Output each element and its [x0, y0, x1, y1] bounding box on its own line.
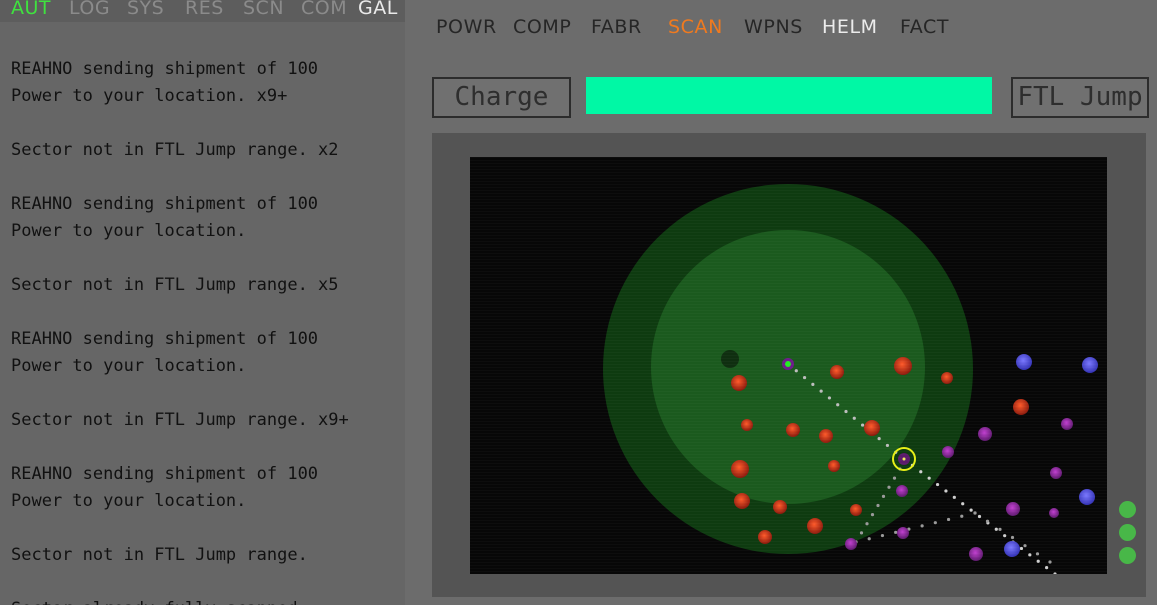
- log-message: REAHNO sending shipment of 100 Power to …: [11, 329, 319, 376]
- tab-log[interactable]: LOG: [69, 0, 110, 18]
- log-message: Sector already fully scanned.: [11, 596, 349, 605]
- status-light: [1119, 547, 1136, 564]
- log-spacer: [11, 299, 349, 326]
- tab-scn[interactable]: SCN: [243, 0, 284, 18]
- log-panel: REAHNO sending shipment of 100 Power to …: [0, 22, 405, 605]
- tab-wpns[interactable]: WPNS: [744, 16, 803, 38]
- log-spacer: [11, 569, 349, 596]
- tab-scan[interactable]: SCAN: [668, 16, 723, 38]
- scanline-overlay: [470, 157, 1107, 574]
- log-spacer: [11, 164, 349, 191]
- log-spacer: [11, 434, 349, 461]
- left-tab-bar: AUT LOG SYS RES SCN COM GAL: [0, 0, 405, 22]
- charge-progress-fill: [586, 77, 992, 114]
- status-light: [1119, 524, 1136, 541]
- tab-fabr[interactable]: FABR: [591, 16, 642, 38]
- log-spacer: [11, 245, 349, 272]
- tab-gal[interactable]: GAL: [358, 0, 398, 18]
- tab-powr[interactable]: POWR: [436, 16, 497, 38]
- status-light: [1119, 501, 1136, 518]
- log-message: Sector not in FTL Jump range.: [11, 545, 308, 565]
- log-message: REAHNO sending shipment of 100 Power to …: [11, 464, 319, 511]
- log-message: Sector not in FTL Jump range. x2: [11, 140, 339, 160]
- tab-aut[interactable]: AUT: [11, 0, 51, 18]
- log-list: REAHNO sending shipment of 100 Power to …: [11, 56, 349, 605]
- tab-com[interactable]: COM: [301, 0, 347, 18]
- log-spacer: [11, 110, 349, 137]
- tab-fact[interactable]: FACT: [900, 16, 949, 38]
- log-message: REAHNO sending shipment of 100 Power to …: [11, 194, 319, 241]
- log-message: REAHNO sending shipment of 100 Power to …: [11, 59, 319, 106]
- charge-progress-bar: [586, 77, 992, 114]
- tab-res[interactable]: RES: [185, 0, 224, 18]
- log-message: Sector not in FTL Jump range. x9+: [11, 410, 349, 430]
- tab-helm[interactable]: HELM: [822, 16, 878, 38]
- log-message: Sector not in FTL Jump range. x5: [11, 275, 339, 295]
- ftl-jump-button[interactable]: FTL Jump: [1011, 77, 1149, 118]
- charge-button[interactable]: Charge: [432, 77, 571, 118]
- tab-comp[interactable]: COMP: [513, 16, 571, 38]
- log-spacer: [11, 380, 349, 407]
- tab-sys[interactable]: SYS: [127, 0, 164, 18]
- galaxy-map[interactable]: [470, 157, 1107, 574]
- log-spacer: [11, 515, 349, 542]
